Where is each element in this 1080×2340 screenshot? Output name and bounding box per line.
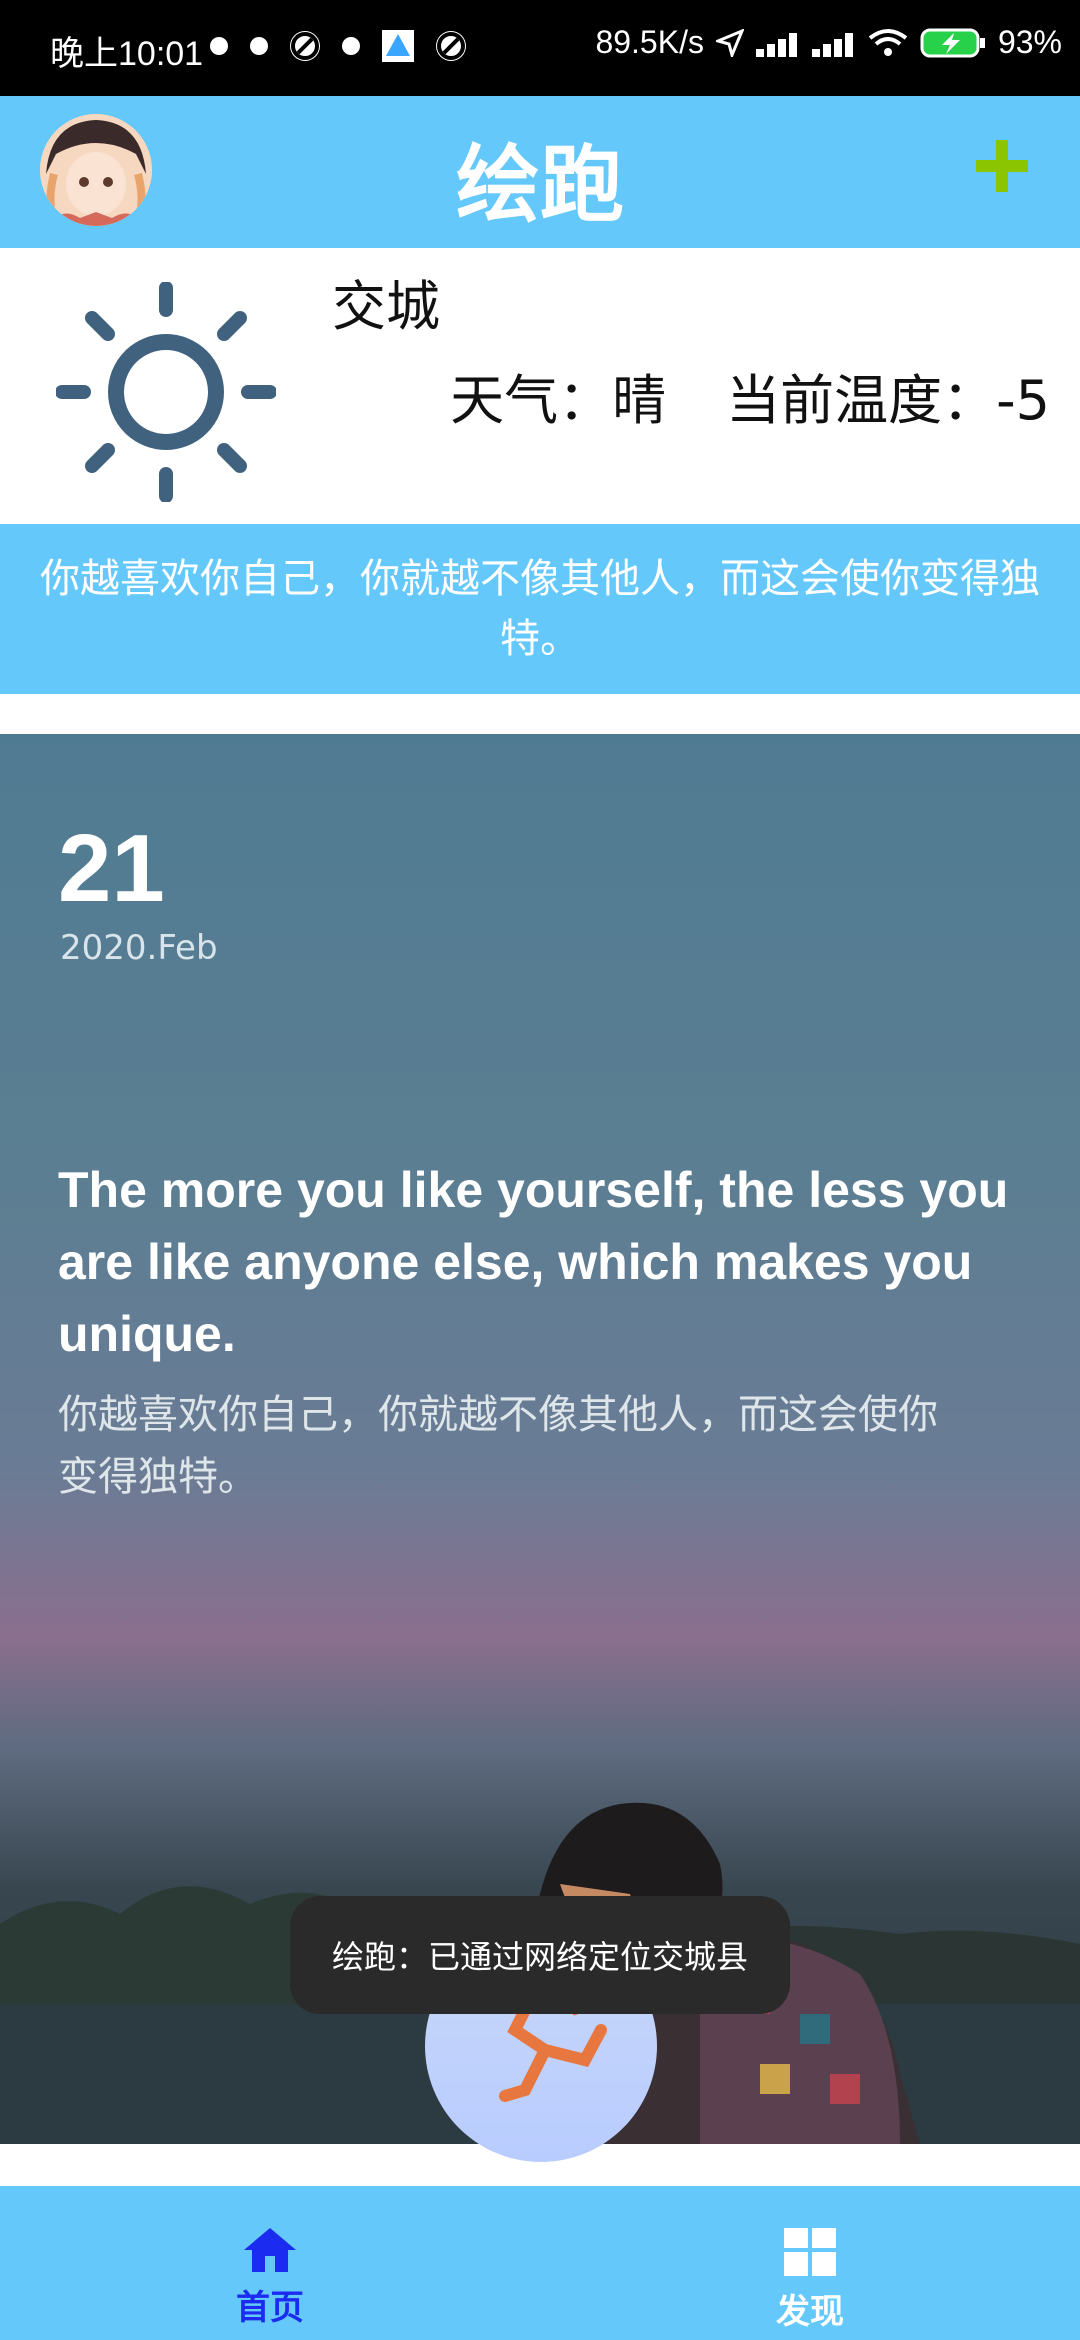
app-title: 绘跑	[455, 136, 624, 234]
battery-icon	[920, 28, 985, 57]
grid-icon	[784, 2228, 836, 2276]
plus-icon	[976, 140, 1028, 192]
notification-icon	[290, 31, 320, 61]
status-right: 89.5K/s 93%	[595, 24, 1062, 61]
status-bar: 晚上10:01 89.5K/s 93%	[0, 0, 1080, 96]
location-icon	[715, 28, 744, 57]
bottom-nav: 首页 发现	[0, 2186, 1080, 2340]
notification-icons	[210, 30, 466, 62]
card-month-year: 2020.Feb	[60, 928, 218, 968]
weather-info: 天气：晴 当前温度：-5	[450, 356, 1050, 435]
toast-message: 绘跑：已通过网络定位交城县	[290, 1896, 790, 2014]
status-time: 晚上10:01	[50, 35, 204, 73]
card-day: 21	[58, 815, 165, 922]
weather-condition: 天气：晴	[450, 369, 667, 432]
notification-icon	[342, 37, 360, 55]
home-icon	[244, 2228, 296, 2272]
current-temperature: 当前温度：-5	[726, 369, 1050, 432]
notification-icon	[436, 31, 466, 61]
city-name: 交城	[332, 275, 440, 338]
notification-icon	[210, 37, 228, 55]
quote-chinese: 你越喜欢你自己，你就越不像其他人，而这会使你变得独特。	[58, 1392, 938, 1500]
nav-label-discover: 发现	[776, 2292, 844, 2332]
app-bar: 绘跑	[0, 96, 1080, 248]
battery-level: 93%	[997, 24, 1062, 60]
weather-panel: 交城 天气：晴 当前温度：-5	[0, 248, 1080, 524]
add-button[interactable]	[972, 136, 1032, 196]
signal-icon	[811, 29, 856, 57]
wifi-icon	[868, 28, 908, 56]
nav-item-home[interactable]: 首页	[190, 2226, 350, 2329]
nav-label-home: 首页	[236, 2288, 304, 2328]
network-speed: 89.5K/s	[595, 24, 704, 60]
notification-icon	[382, 30, 414, 62]
notification-icon	[250, 37, 268, 55]
signal-icon	[755, 29, 800, 57]
quote-english: The more you like yourself, the less you…	[58, 1162, 1009, 1362]
nav-item-discover[interactable]: 发现	[730, 2226, 890, 2333]
sun-icon	[56, 282, 276, 502]
quote-banner: 你越喜欢你自己，你就越不像其他人，而这会使你变得独特。	[0, 524, 1080, 694]
